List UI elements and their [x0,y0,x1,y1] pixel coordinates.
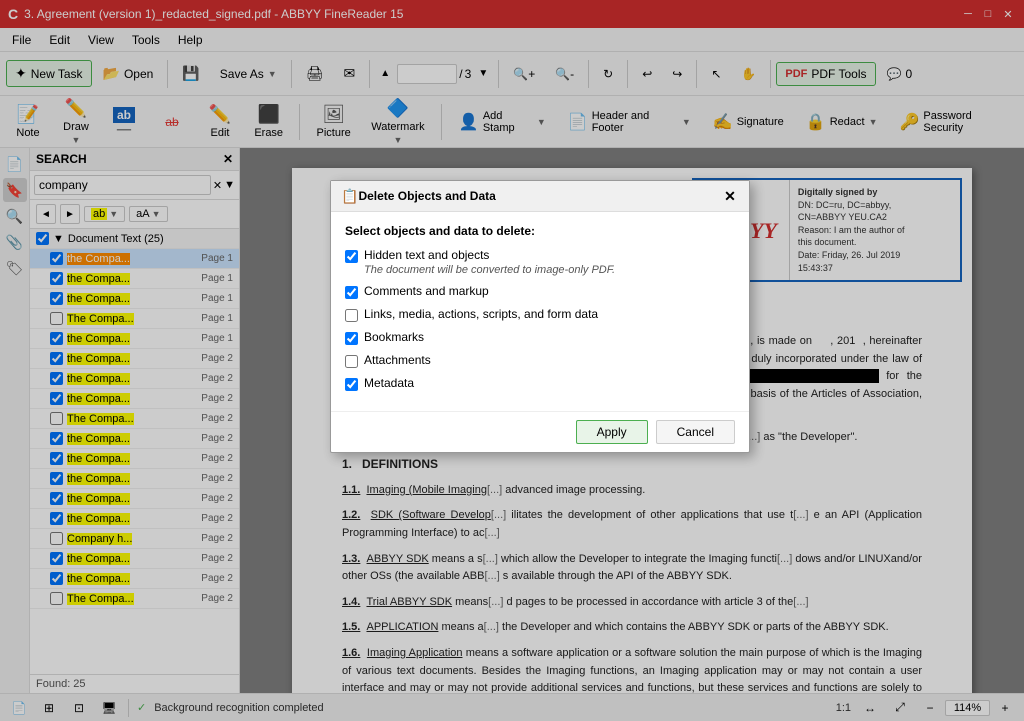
bookmarks-checkbox[interactable] [345,332,358,345]
dialog-label: Select objects and data to delete: [345,224,735,238]
comments-label: Comments and markup [364,284,489,298]
dialog-option-links: Links, media, actions, scripts, and form… [345,307,735,322]
metadata-checkbox[interactable] [345,378,358,391]
dialog-icon: 📋 [341,188,358,205]
dialog-footer: Apply Cancel [331,411,749,452]
links-label: Links, media, actions, scripts, and form… [364,307,598,321]
cancel-button[interactable]: Cancel [656,420,735,444]
hidden-text-checkbox[interactable] [345,250,358,263]
dialog-title: Delete Objects and Data [358,189,495,203]
links-checkbox[interactable] [345,309,358,322]
dialog-option-hidden-text: Hidden text and objects The document wil… [345,248,735,276]
dialog-body: Select objects and data to delete: Hidde… [331,212,749,411]
comments-checkbox[interactable] [345,286,358,299]
dialog-option-bookmarks: Bookmarks [345,330,735,345]
hidden-text-label: Hidden text and objects [364,248,489,262]
attachments-label: Attachments [364,353,431,367]
delete-objects-dialog: 📋 Delete Objects and Data ✕ Select objec… [330,180,750,453]
apply-button[interactable]: Apply [576,420,648,444]
dialog-option-metadata: Metadata [345,376,735,391]
bookmarks-label: Bookmarks [364,330,424,344]
dialog-option-comments: Comments and markup [345,284,735,299]
dialog-close-button[interactable]: ✕ [721,187,739,205]
hidden-text-sub: The document will be converted to image-… [364,264,615,276]
dialog-overlay: 📋 Delete Objects and Data ✕ Select objec… [0,0,1024,721]
dialog-titlebar: 📋 Delete Objects and Data ✕ [331,181,749,212]
dialog-option-attachments: Attachments [345,353,735,368]
metadata-label: Metadata [364,376,414,390]
attachments-checkbox[interactable] [345,355,358,368]
